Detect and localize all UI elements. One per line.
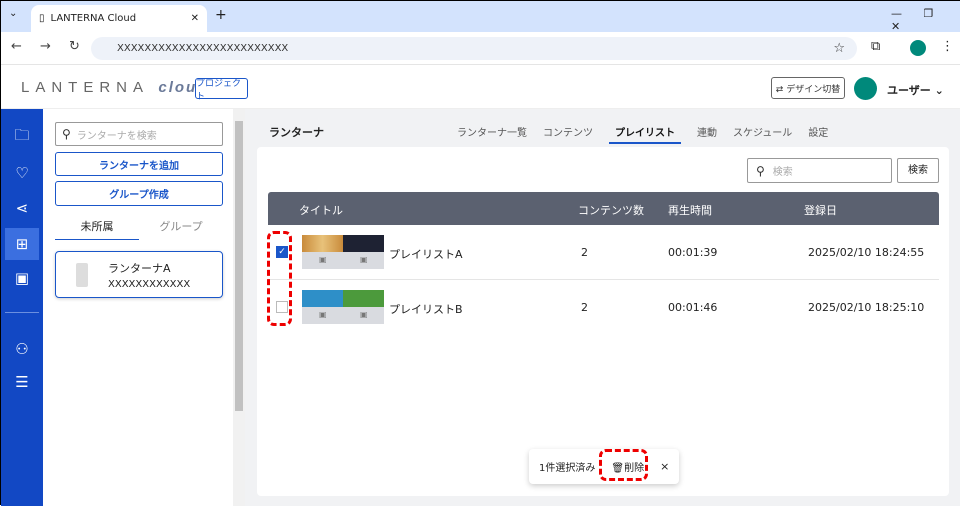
tab-device-list[interactable]: ランターナ一覧 [457, 128, 527, 139]
thumbnail: ▣ ▣ [302, 290, 384, 324]
folder-icon[interactable]: 🗀 [5, 121, 39, 153]
duration: 00:01:46 [668, 301, 718, 314]
user-menu[interactable]: ユーザー ⌄ [887, 82, 944, 98]
menu-icon[interactable]: ⋮ [941, 39, 954, 54]
selected-count: 1件選択済み [539, 463, 596, 474]
playlist-search-input[interactable]: ⚲ 検索 [747, 158, 892, 183]
extensions-icon[interactable]: ⧉ [871, 39, 880, 54]
window-controls[interactable]: — ❐ ✕ [891, 7, 959, 33]
main-tabs: ランターナ一覧 コンテンツ プレイリスト 連動 スケジュール 設定 [449, 124, 836, 144]
page-icon: ▯ [39, 13, 45, 24]
url-input[interactable]: XXXXXXXXXXXXXXXXXXXXXXXXX ☆ [91, 37, 857, 60]
device-card[interactable]: ランターナA XXXXXXXXXXXX [55, 251, 223, 298]
device-name: ランターナA [108, 262, 171, 275]
design-switch-button[interactable]: ⇄ デザイン切替 [771, 77, 845, 99]
tab-group[interactable]: グループ [139, 214, 223, 240]
checkbox-highlight [267, 231, 292, 326]
close-icon[interactable]: × [660, 460, 669, 473]
search-icon: ⚲ [756, 163, 765, 178]
add-device-button[interactable]: ランターナを追加 [55, 152, 223, 176]
playlist-title: プレイリストA [389, 248, 463, 261]
table-row[interactable]: ✓ ▣ ▣ プレイリストA 2 00:01:39 2025/02/10 18:24… [268, 225, 939, 280]
bookmark-star-icon[interactable]: ☆ [833, 41, 845, 56]
chart-icon[interactable]: ▣ [5, 262, 39, 294]
grid-icon[interactable]: ⊞ [5, 228, 39, 260]
close-tab-icon[interactable]: ✕ [191, 13, 199, 24]
tab-content[interactable]: コンテンツ [543, 128, 593, 139]
device-icon [76, 263, 88, 287]
tab-settings[interactable]: 設定 [808, 128, 828, 139]
search-icon: ⚲ [62, 127, 71, 141]
tab-schedule[interactable]: スケジュール [733, 128, 792, 139]
chevron-down-icon: ⌄ [934, 84, 944, 97]
browser-tab[interactable]: ▯ LANTERNA Cloud ✕ [31, 5, 207, 32]
scrollbar[interactable] [233, 109, 245, 506]
side-rail: 🗀 ♡ ⋖ ⊞ ▣ ⚇ ☰ [1, 109, 43, 506]
list-icon[interactable]: ☰ [5, 366, 39, 398]
tab-link[interactable]: 連動 [697, 128, 717, 139]
thumbnail: ▣ ▣ [302, 235, 384, 269]
table-header: タイトル コンテンツ数 再生時間 登録日 [268, 192, 939, 225]
share-icon[interactable]: ⋖ [5, 192, 39, 224]
new-tab-icon[interactable]: + [215, 7, 227, 23]
user-avatar [854, 77, 877, 100]
content-count: 2 [581, 301, 588, 314]
tab-list-icon[interactable]: ⌄ [9, 8, 17, 19]
content-count: 2 [581, 246, 588, 259]
table-row[interactable]: ▣ ▣ プレイリストB 2 00:01:46 2025/02/10 18:25:1… [268, 280, 939, 335]
registered-date: 2025/02/10 18:25:10 [808, 301, 925, 314]
project-button[interactable]: プロジェクト [195, 78, 248, 102]
users-icon[interactable]: ⚇ [5, 333, 39, 365]
heart-icon[interactable]: ♡ [5, 157, 39, 189]
tab-playlist[interactable]: プレイリスト [609, 128, 681, 144]
tab-title: LANTERNA Cloud [50, 13, 137, 24]
profile-avatar[interactable] [910, 40, 926, 56]
registered-date: 2025/02/10 18:24:55 [808, 246, 925, 259]
create-group-button[interactable]: グループ作成 [55, 181, 223, 206]
device-search-input[interactable]: ⚲ ランターナを検索 [55, 122, 223, 146]
logo: LANTERNA cloud [21, 79, 209, 96]
tab-unassigned[interactable]: 未所属 [55, 214, 139, 240]
duration: 00:01:39 [668, 246, 718, 259]
nav-buttons[interactable]: ← → ↻ [11, 39, 80, 54]
search-button[interactable]: 検索 [897, 158, 939, 183]
device-id: XXXXXXXXXXXX [108, 279, 191, 290]
delete-highlight [599, 449, 648, 481]
playlist-title: プレイリストB [389, 303, 463, 316]
page-title: ランターナ [269, 126, 324, 139]
